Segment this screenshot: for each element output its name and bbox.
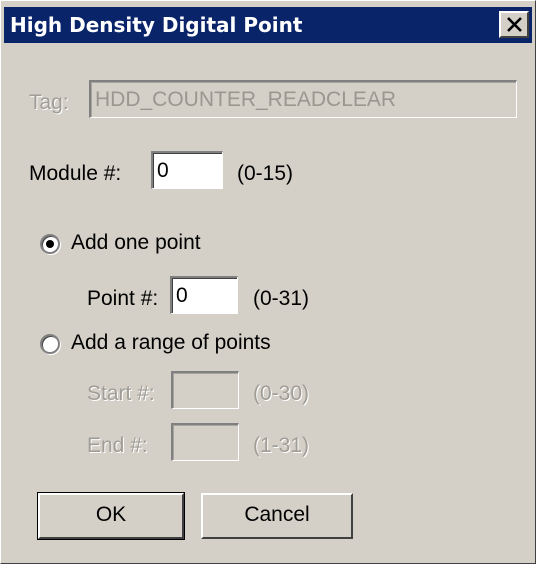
cancel-button[interactable]: Cancel	[201, 493, 353, 539]
end-input	[171, 423, 239, 461]
title-bar[interactable]: High Density Digital Point	[4, 7, 532, 43]
module-range: (0-15)	[237, 162, 294, 185]
close-icon	[507, 17, 522, 32]
dialog-window: High Density Digital Point Tag: HDD_COUN…	[0, 0, 536, 564]
add-range-radio[interactable]	[40, 334, 60, 354]
window-title: High Density Digital Point	[10, 13, 303, 37]
module-label: Module #:	[29, 162, 122, 185]
radio-selected-icon	[46, 240, 54, 248]
tag-label: Tag:	[29, 91, 69, 114]
start-label: Start #:	[87, 382, 155, 405]
add-range-label[interactable]: Add a range of points	[71, 331, 271, 355]
add-one-point-label[interactable]: Add one point	[71, 231, 201, 255]
end-label: End #:	[87, 434, 148, 457]
point-label: Point #:	[87, 287, 159, 310]
end-range: (1-31)	[253, 434, 310, 457]
start-input	[171, 371, 239, 409]
close-button[interactable]	[499, 11, 529, 38]
ok-button[interactable]: OK	[37, 492, 185, 540]
add-one-point-radio[interactable]	[40, 234, 60, 254]
module-input[interactable]: 0	[151, 151, 223, 189]
point-range: (0-31)	[253, 287, 310, 310]
start-range: (0-30)	[253, 382, 310, 405]
point-input[interactable]: 0	[170, 276, 238, 314]
tag-field: HDD_COUNTER_READCLEAR	[89, 80, 517, 118]
